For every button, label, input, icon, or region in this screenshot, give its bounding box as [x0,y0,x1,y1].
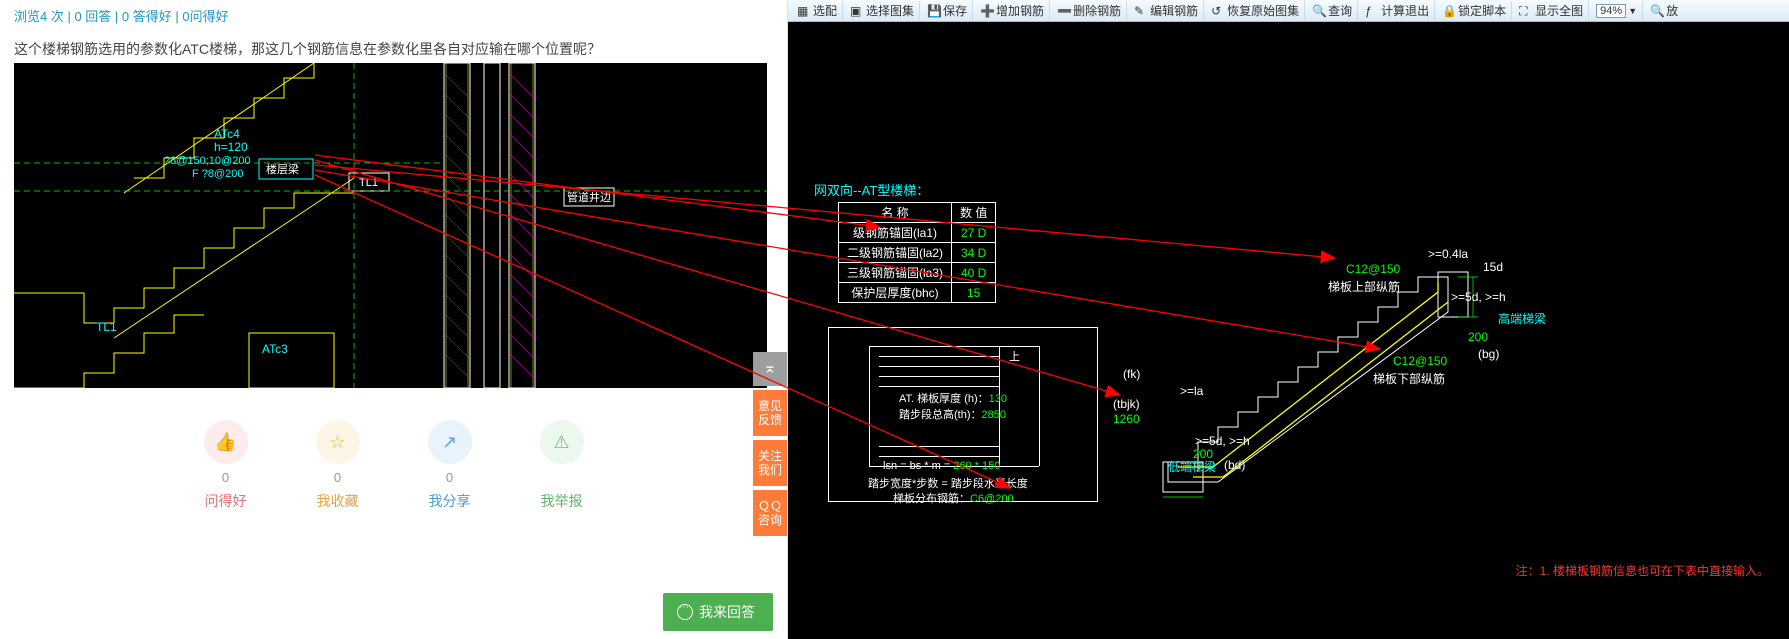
lsn-value[interactable]: 260 * 150 [953,460,1000,472]
anchor-5d-h-top: >=5d, >=h [1451,290,1506,304]
tbjk-label: (tbjk) [1113,397,1140,411]
minus-icon: ➖ [1057,4,1071,18]
good-question-button[interactable]: 👍 0 问得好 [196,420,256,511]
param-table: 名 称数 值 级钢筋锚固(la1)27 D 二级钢筋锚固(la2)34 D 三级… [838,202,996,303]
tb-save-button[interactable]: 💾保存 [922,1,973,21]
param-header-value: 数 值 [952,203,996,223]
cad-toolbar: ▦选配 ▣选择图集 💾保存 ➕增加钢筋 ➖删除钢筋 ✎编辑钢筋 ↺恢复原始图集 … [788,0,1789,22]
action-bar: 👍 0 问得好 ☆ 0 我收藏 ↗ 0 我分享 ⚠ 我举报 [14,420,773,511]
tb-add-rebar-button[interactable]: ➕增加钢筋 [975,1,1050,21]
feedback-button[interactable]: 意见反馈 [753,390,787,436]
dist-rebar-value[interactable]: C6@200 [970,493,1014,505]
bottom-rebar-value[interactable]: C12@150 [1393,354,1447,368]
tb-calc-exit-button[interactable]: ƒ计算退出 [1360,1,1435,21]
forum-left-pane: 浏览4 次 | 0 回答 | 0 答得好 | 0问得好 这个楼梯钢筋选用的参数化… [0,0,788,639]
top-rebar-value[interactable]: C12@150 [1346,262,1400,276]
left-cad-drawing: ATc4 h=120 ?8@150;10@200 F ?8@200 楼层梁 TL… [14,63,767,388]
dim-200-bot: 200 [1193,447,1213,461]
replies-count: 0 回答 [74,9,111,24]
anchor-5d-h-bot: >=5d, >=h [1195,434,1250,448]
share-icon: ↗ [428,420,472,464]
tb-restore-button[interactable]: ↺恢复原始图集 [1206,1,1305,21]
svg-text:TL1: TL1 [359,177,378,189]
follow-us-button[interactable]: 关注我们 [753,440,787,486]
bottom-rebar-label: 梯板下部纵筋 [1373,370,1445,387]
plan-total-height-value[interactable]: 2850 [982,409,1006,421]
high-beam-label: 高端梯梁 [1498,310,1546,327]
svg-text:h=120: h=120 [214,140,248,154]
scroll-top-button[interactable]: ⌅ [753,352,787,386]
formula-step-width: 踏步宽度*步数 = 踏步段水平长度 [868,475,1028,491]
good-answers-count: 0 答得好 [122,9,172,24]
tbjk-value[interactable]: 1260 [1113,412,1140,426]
tb-query-button[interactable]: 🔍查询 [1307,1,1358,21]
tb-zoom-in-button[interactable]: 🔍放 [1645,1,1683,21]
chat-bubble-icon [677,604,693,620]
anchor-15d: 15d [1483,260,1503,274]
svg-text:ATc4: ATc4 [214,127,240,141]
star-icon: ☆ [316,420,360,464]
lock-icon: 🔒 [1442,4,1456,18]
qq-consult-button[interactable]: ＱＱ咨询 [753,490,787,536]
right-cad-canvas[interactable]: 网双向--AT型楼梯： 名 称数 值 级钢筋锚固(la1)27 D 二级钢筋锚固… [788,22,1789,639]
fk-label: (fk) [1123,367,1140,381]
bd-label: (bd) [1224,458,1245,472]
fullscreen-icon: ⛶ [1519,4,1533,18]
question-text: 这个楼梯钢筋选用的参数化ATC楼梯，那这几个钢筋信息在参数化里各自对应输在哪个位… [14,39,773,59]
thumbs-up-icon: 👍 [204,420,248,464]
bg-label: (bg) [1478,347,1499,361]
select-icon: ▣ [850,4,864,18]
tb-full-view-button[interactable]: ⛶显示全图 [1514,1,1589,21]
tb-select-button[interactable]: ▣选择图集 [845,1,920,21]
plan-thickness-value[interactable]: 130 [989,393,1007,405]
left-cad-svg: ATc4 h=120 ?8@150;10@200 F ?8@200 楼层梁 TL… [14,63,767,388]
tb-del-rebar-button[interactable]: ➖删除钢筋 [1052,1,1127,21]
share-button[interactable]: ↗ 0 我分享 [420,420,480,511]
grid-icon: ▦ [797,4,811,18]
dim-200-top: 200 [1468,330,1488,344]
calc-icon: ƒ [1365,4,1379,18]
top-rebar-label: 梯板上部纵筋 [1328,278,1400,295]
svg-text:ATc3: ATc3 [262,342,288,356]
post-stats: 浏览4 次 | 0 回答 | 0 答得好 | 0问得好 [14,6,773,25]
cad-app-pane: ▦选配 ▣选择图集 💾保存 ➕增加钢筋 ➖删除钢筋 ✎编辑钢筋 ↺恢复原始图集 … [788,0,1789,639]
tb-zoom-field[interactable]: 94%▼ [1591,1,1643,21]
svg-text:TL1: TL1 [96,320,117,334]
floating-side-buttons: ⌅ 意见反馈 关注我们 ＱＱ咨询 [753,352,787,536]
answer-button[interactable]: 我来回答 [663,593,773,631]
restore-icon: ↺ [1211,4,1225,18]
report-button[interactable]: ⚠ 我举报 [532,420,592,511]
pencil-icon: ✎ [1134,4,1148,18]
svg-text:管道井边: 管道井边 [567,190,611,204]
anchor-la: >=la [1180,384,1203,398]
favorite-button[interactable]: ☆ 0 我收藏 [308,420,368,511]
plan-up-label: 上 [1009,348,1020,364]
plus-icon: ➕ [980,4,994,18]
param-header-name: 名 称 [839,203,952,223]
footer-note: 注：1. 楼梯板钢筋信息也可在下表中直接输入。 [1516,562,1769,579]
search-icon: 🔍 [1312,4,1326,18]
save-icon: 💾 [927,4,941,18]
zoom-in-icon: 🔍 [1650,4,1664,18]
svg-text:楼层梁: 楼层梁 [266,162,299,176]
views-count: 浏览4 次 [14,9,64,24]
stair-section-svg [1158,232,1558,532]
tb-lock-script-button[interactable]: 🔒锁定脚本 [1437,1,1512,21]
anchor-04la: >=0.4la [1428,247,1468,261]
svg-text:?8@150;10@200: ?8@150;10@200 [164,155,251,167]
warning-icon: ⚠ [540,420,584,464]
tb-peitao-button[interactable]: ▦选配 [792,1,843,21]
tb-edit-rebar-button[interactable]: ✎编辑钢筋 [1129,1,1204,21]
svg-text:F ?8@200: F ?8@200 [192,168,244,180]
good-question-count: 0问得好 [182,9,228,24]
drawing-title: 网双向--AT型楼梯： [814,180,929,199]
